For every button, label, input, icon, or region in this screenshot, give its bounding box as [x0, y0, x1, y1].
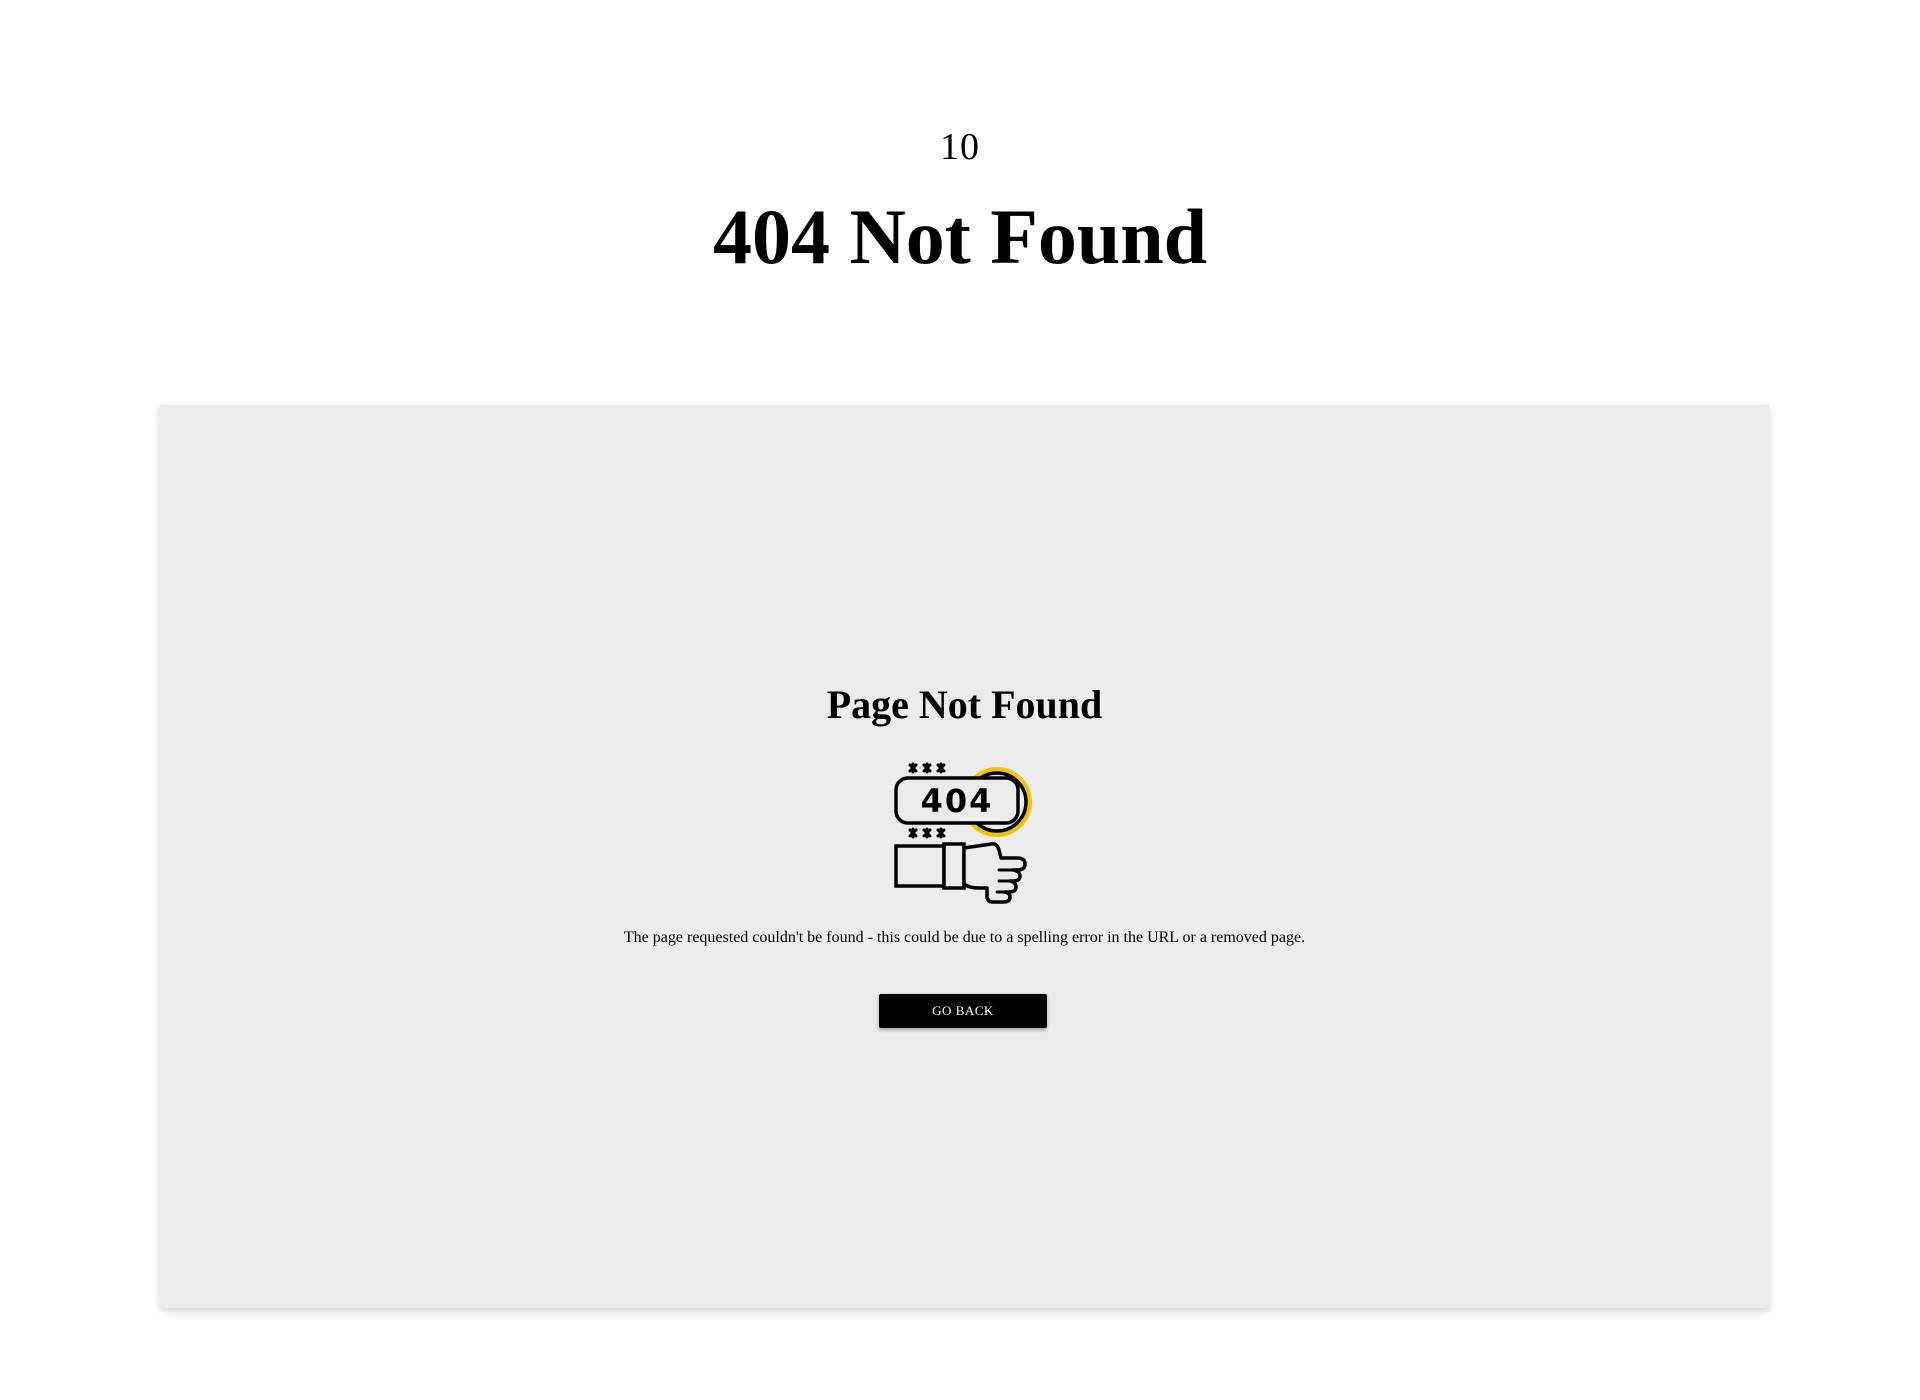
card-title: Page Not Found — [826, 682, 1103, 727]
sleeve-shape — [894, 844, 946, 888]
page-number: 10 — [940, 126, 980, 168]
page-title: 404 Not Found — [712, 193, 1208, 280]
page-header: 10 404 Not Found — [0, 0, 1920, 320]
asterisks-bottom-icon — [908, 827, 946, 839]
cuff-shape — [942, 842, 966, 890]
404-error-pointing-hand-icon: 404 — [894, 762, 1032, 904]
error-message: The page requested couldn't be found - t… — [623, 929, 1306, 946]
error-code-text: 404 — [921, 782, 994, 820]
not-found-card: Page Not Found 404 The page requested co… — [160, 405, 1769, 1308]
hand-shape — [962, 842, 1027, 904]
asterisks-top-icon — [908, 762, 946, 774]
go-back-button[interactable]: GO BACK — [879, 994, 1047, 1028]
